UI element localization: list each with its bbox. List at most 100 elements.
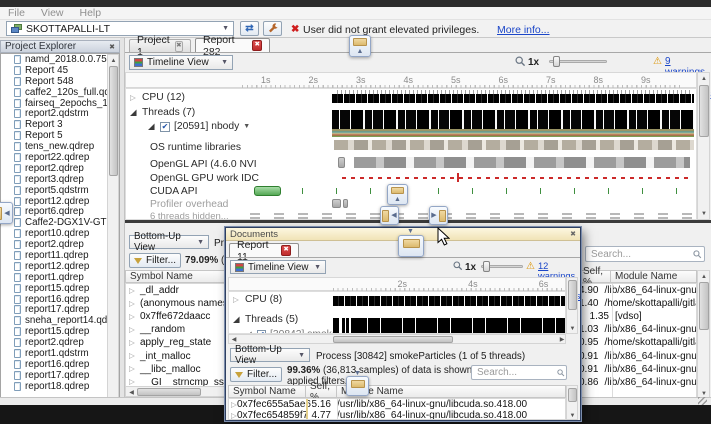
module-row[interactable]: 0.91 /lib/x86_64-linux-gnu/libc [579, 363, 696, 376]
scrollbar-thumb[interactable] [568, 388, 577, 402]
table-scrollbar[interactable]: ▼ [566, 385, 578, 420]
project-file-item[interactable]: sneha_report14.qdr... [1, 315, 119, 326]
symbol-name-header[interactable]: Symbol Name [228, 385, 306, 398]
project-file-item[interactable]: report16.qdrep [1, 294, 119, 305]
module-scrollbar-thumb[interactable] [699, 282, 709, 330]
project-file-item[interactable]: report15.qdrep [1, 283, 119, 294]
scroll-left-icon[interactable]: ◀ [127, 388, 136, 396]
project-file-item[interactable]: report1.qdstrm [1, 348, 119, 359]
project-file-item[interactable]: report12.qdrep [1, 196, 119, 207]
close-panel-icon[interactable]: ✖ [109, 43, 115, 51]
project-file-item[interactable]: Report 45 [1, 65, 119, 76]
project-file-item[interactable]: caffe2_120s_full.qdr... [1, 87, 119, 98]
row-threads[interactable]: ◢Threads (5) [233, 314, 298, 325]
events-view-selector[interactable]: Bottom-Up View ▼ [129, 235, 209, 249]
self-pct-header[interactable]: Self, % [578, 270, 611, 283]
checkbox-checked-icon[interactable]: ✔ [160, 122, 170, 132]
tree-scrollbar[interactable]: ▲ ▼ [107, 54, 119, 424]
project-file-item[interactable]: report6.qdrep [1, 206, 119, 217]
row-hidden-threads[interactable]: 6 threads hidden... [150, 211, 229, 220]
tab-report-282[interactable]: Report 282 ✖ [195, 38, 270, 52]
menu-help[interactable]: Help [80, 7, 102, 19]
project-file-item[interactable]: report2.qdrep [1, 239, 119, 250]
events-view-selector[interactable]: Bottom-Up View ▼ [230, 348, 310, 362]
project-file-item[interactable]: tens_new.qdrep [1, 141, 119, 152]
project-file-item[interactable]: report17.qdrep [1, 370, 119, 381]
row-cpu[interactable]: ▷CPU (12) [130, 92, 185, 103]
close-tab-icon[interactable]: ✖ [175, 41, 183, 52]
close-tab-icon[interactable]: ✖ [281, 245, 291, 256]
timeline-hscrollbar[interactable]: ◀ ▶ [228, 334, 566, 344]
settings-button[interactable] [263, 21, 282, 36]
scroll-up-icon[interactable]: ▲ [699, 74, 709, 84]
self-pct-header[interactable]: Self, % [305, 385, 337, 398]
view-selector-dropdown[interactable]: Timeline View ▼ [230, 260, 326, 274]
project-file-item[interactable]: report5.qdstrm [1, 185, 119, 196]
search-input[interactable] [585, 246, 705, 262]
module-row[interactable]: 1.03 /lib/x86_64-linux-gnu/libc [579, 323, 696, 336]
project-file-item[interactable]: report2.qdrep [1, 337, 119, 348]
scroll-up-icon[interactable]: ▲ [699, 272, 709, 281]
more-info-link[interactable]: More info... [497, 24, 550, 36]
project-file-item[interactable]: namd_2018.0.0.759... [1, 54, 119, 65]
row-cuda-api[interactable]: CUDA API [150, 186, 198, 197]
tab-project-1[interactable]: Project 1 ✖ [129, 39, 191, 52]
search-input[interactable] [471, 365, 567, 380]
filter-button[interactable]: Filter... [129, 253, 181, 268]
project-file-item[interactable]: report10.qdrep [1, 228, 119, 239]
module-row[interactable]: 0.91 /lib/x86_64-linux-gnu/libc [579, 349, 696, 362]
module-row[interactable]: 0.86 /lib/x86_64-linux-gnu/libc [579, 376, 696, 389]
scroll-down-icon[interactable]: ▼ [568, 325, 577, 333]
module-row[interactable]: 0.95 /home/skottapalli/gitlab/l [579, 336, 696, 349]
module-row[interactable]: 1.40 /home/skottapalli/gitlab/l [579, 297, 696, 310]
row-opengl-api[interactable]: OpenGL API (4.6.0 NVI [150, 159, 257, 170]
view-selector-dropdown[interactable]: Timeline View ▼ [129, 55, 233, 70]
project-file-item[interactable]: report2.qdrep [1, 163, 119, 174]
project-file-item[interactable]: Report 5 [1, 130, 119, 141]
module-name-header[interactable]: Module Name [336, 385, 566, 398]
row-opengl-gpu[interactable]: OpenGL GPU work IDC [150, 173, 259, 184]
timeline-scrollbar[interactable]: ▲ ▼ [697, 72, 710, 220]
project-file-item[interactable]: Caffe2-DGX1V-GTC... [1, 217, 119, 228]
module-name-header[interactable]: Module Name [610, 270, 697, 283]
scroll-up-icon[interactable]: ▲ [109, 56, 118, 65]
menu-view[interactable]: View [41, 7, 64, 19]
scrollbar-thumb[interactable] [568, 280, 577, 310]
timeline-scrollbar-thumb[interactable] [699, 85, 709, 137]
project-file-item[interactable]: report1.qdrep [1, 272, 119, 283]
scroll-down-icon[interactable]: ▼ [699, 209, 709, 219]
zoom-slider-thumb[interactable] [553, 56, 560, 67]
project-file-item[interactable]: fairseq_2epochs_16... [1, 98, 119, 109]
zoom-slider-thumb[interactable] [483, 261, 490, 272]
row-cpu[interactable]: ▷CPU (8) [233, 294, 282, 305]
tab-report-11[interactable]: Report 11 ✖ [229, 243, 299, 257]
scroll-left-icon[interactable]: ◀ [230, 336, 238, 343]
target-machine-select[interactable]: SKOTTAPALLI-LT ▼ [6, 21, 234, 36]
row-thread-nbody[interactable]: ◢✔[20591] nbody▼ [148, 121, 250, 132]
project-file-item[interactable]: Report 548 [1, 76, 119, 87]
hscrollbar-thumb[interactable] [137, 388, 201, 396]
close-tab-icon[interactable]: ✖ [252, 40, 262, 51]
symbol-row[interactable]: ▷ 0x7fec655a5ae6 5.16 /usr/lib/x86_64-li… [229, 399, 565, 410]
project-file-item[interactable]: report11.qdrep [1, 250, 119, 261]
resize-grip[interactable] [698, 397, 707, 405]
project-file-item[interactable]: report18.qdrep [1, 381, 119, 392]
filter-button[interactable]: Filter... [230, 367, 282, 382]
project-file-item[interactable]: report2.qdstrm [1, 108, 119, 119]
menu-file[interactable]: File [8, 7, 25, 19]
row-os-runtime[interactable]: OS runtime libraries [150, 142, 241, 153]
module-row[interactable]: 1.35 [vdso] [579, 310, 696, 323]
project-file-item[interactable]: report16.qdrep [1, 359, 119, 370]
pane-splitter[interactable] [125, 220, 711, 223]
module-row[interactable]: 4.90 /lib/x86_64-linux-gnu/libc [579, 284, 696, 297]
scroll-down-icon[interactable]: ▼ [568, 412, 577, 420]
project-file-item[interactable]: report3.qdrep [1, 174, 119, 185]
module-table-scrollbar[interactable]: ▲ ▼ [697, 270, 710, 399]
close-window-icon[interactable]: ✖ [570, 230, 576, 238]
timeline-scrollbar[interactable]: ▼ [566, 277, 578, 334]
row-threads[interactable]: ◢Threads (7) [130, 107, 195, 118]
project-file-item[interactable]: report17.qdrep [1, 304, 119, 315]
symbol-row[interactable]: ▷ 0x7fec654859f7 4.77 /usr/lib/x86_64-li… [229, 410, 565, 420]
project-file-item[interactable]: Report 3 [1, 119, 119, 130]
project-file-item[interactable]: report12.qdrep [1, 261, 119, 272]
